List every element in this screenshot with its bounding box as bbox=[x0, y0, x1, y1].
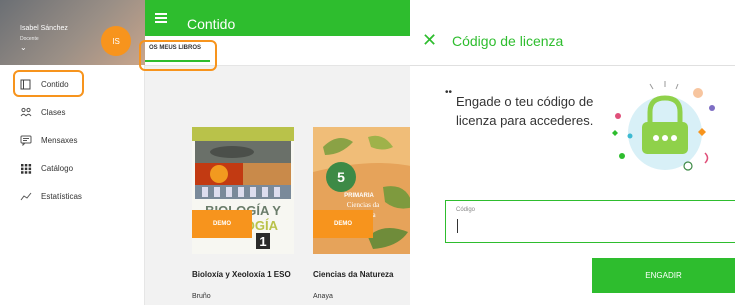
book-cover[interactable]: BIOLOGÍA Y GEOLOGÍA 1 DEMO bbox=[192, 127, 294, 254]
dialog-header: ✕ Código de licenza bbox=[410, 20, 735, 66]
menu-icon[interactable] bbox=[155, 13, 167, 23]
book-publisher: Anaya bbox=[313, 293, 333, 300]
grid-icon bbox=[19, 162, 33, 174]
code-field-label: Código bbox=[456, 207, 476, 213]
top-app-bar: Contido bbox=[145, 0, 410, 36]
sidebar-item-estatisticas[interactable]: Estatísticas bbox=[0, 182, 145, 210]
add-button[interactable]: ENGADIR bbox=[592, 258, 735, 293]
profile-name: Isabel Sánchez bbox=[20, 25, 68, 32]
bullet-dots: •• bbox=[445, 87, 453, 98]
page-title: Contido bbox=[187, 16, 236, 32]
avatar[interactable]: IS bbox=[101, 26, 131, 56]
demo-badge: DEMO bbox=[192, 210, 252, 238]
profile-role: Docente bbox=[20, 36, 39, 42]
dialog-message: Engade o teu código de licenza para acce… bbox=[456, 94, 594, 128]
highlight-outline bbox=[13, 70, 84, 97]
people-icon bbox=[19, 106, 33, 118]
text-caret bbox=[457, 219, 458, 233]
cover-number: 1 bbox=[259, 234, 266, 249]
message-icon bbox=[19, 134, 33, 146]
book-publisher: Bruño bbox=[192, 293, 211, 300]
sidebar-item-label: Catálogo bbox=[41, 163, 74, 173]
book-title[interactable]: Ciencias da Natureza bbox=[313, 270, 415, 279]
sidebar-item-catalogo[interactable]: Catálogo bbox=[0, 154, 145, 182]
sidebar-item-mensaxes[interactable]: Mensaxes bbox=[0, 126, 145, 154]
cover-grade: PRIMARIA bbox=[344, 193, 374, 199]
sidebar-item-label: Estatísticas bbox=[41, 191, 82, 201]
demo-badge: DEMO bbox=[313, 210, 373, 238]
close-icon[interactable]: ✕ bbox=[422, 31, 437, 49]
book-title[interactable]: Bioloxía y Xeoloxía 1 ESO bbox=[192, 270, 294, 279]
book-card[interactable]: BIOLOGÍA Y GEOLOGÍA 1 DEMO Bioloxía y Xe… bbox=[192, 127, 294, 300]
license-dialog: ✕ Código de licenza •• Engade o teu códi… bbox=[410, 0, 735, 305]
dialog-title: Código de licenza bbox=[452, 33, 564, 49]
lock-icon bbox=[610, 78, 720, 178]
sidebar-item-label: Clases bbox=[41, 107, 66, 117]
book-cover[interactable]: 5 PRIMARIA Ciencias da Natureza DEMO bbox=[313, 127, 415, 254]
profile-header: Isabel Sánchez Docente ⌄ IS bbox=[0, 0, 145, 65]
sidebar-item-label: Mensaxes bbox=[41, 135, 78, 145]
license-code-input[interactable]: Código bbox=[445, 200, 735, 243]
cover-subject-1: Ciencias da bbox=[347, 201, 380, 209]
sidebar: Isabel Sánchez Docente ⌄ IS Contido Clas… bbox=[0, 0, 145, 305]
chevron-down-icon[interactable]: ⌄ bbox=[20, 44, 27, 52]
book-card[interactable]: 5 PRIMARIA Ciencias da Natureza DEMO Cie… bbox=[313, 127, 415, 300]
chart-icon bbox=[19, 190, 33, 202]
sidebar-item-clases[interactable]: Clases bbox=[0, 98, 145, 126]
cover-grade-number: 5 bbox=[337, 169, 345, 185]
highlight-outline bbox=[139, 40, 217, 71]
